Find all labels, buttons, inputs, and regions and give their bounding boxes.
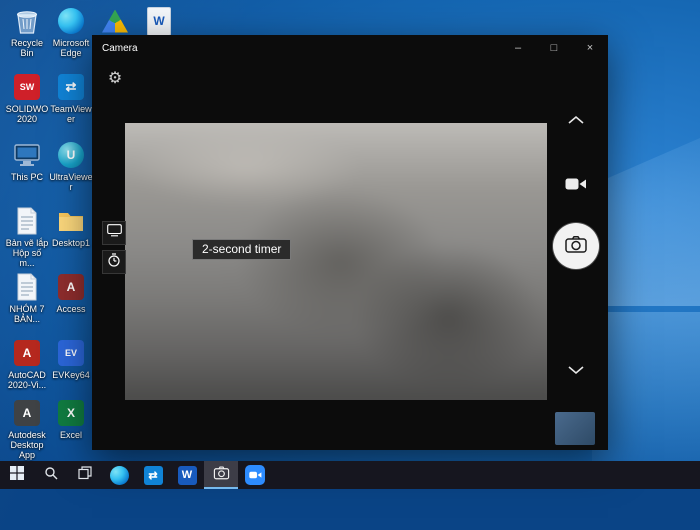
- camera-icon: [564, 234, 588, 259]
- desktop-icon-label: Bản vẽ lắp Hộp số m...: [5, 238, 49, 268]
- desktop-icon-label: TeamViewer: [49, 104, 93, 124]
- zoom-icon: [245, 465, 265, 485]
- desktop-icon-label: Access: [49, 304, 93, 314]
- start-button[interactable]: [0, 461, 34, 489]
- google-drive-icon: [100, 6, 130, 36]
- taskbar-teamviewer[interactable]: ⇄: [136, 461, 170, 489]
- teamviewer-icon: ⇄: [144, 466, 163, 485]
- windows-logo-icon: [10, 466, 24, 485]
- camera-window: Camera – □ × ⚙ 2-second timer: [92, 35, 608, 450]
- desktop-icon-excel[interactable]: X Excel: [49, 398, 93, 440]
- video-mode-button[interactable]: [558, 173, 594, 199]
- edge-icon: [110, 466, 129, 485]
- chevron-up-icon: [567, 112, 585, 130]
- timer-tooltip: 2-second timer: [192, 239, 291, 260]
- evkey-icon: EV: [56, 338, 86, 368]
- desktop-icon-nhom-7-ban[interactable]: NHÓM 7 BẢN...: [5, 272, 49, 324]
- minimize-button[interactable]: –: [500, 35, 536, 61]
- search-button[interactable]: [34, 461, 68, 489]
- desktop-icon-word-document[interactable]: W: [137, 6, 181, 38]
- desktop-icon-evkey64[interactable]: EV EVKey64: [49, 338, 93, 380]
- desktop-icon-label: NHÓM 7 BẢN...: [5, 304, 49, 324]
- autodesk-icon: A: [12, 398, 42, 428]
- scroll-up-button[interactable]: [564, 113, 588, 129]
- desktop-icon-label: This PC: [5, 172, 49, 182]
- scroll-down-button[interactable]: [564, 363, 588, 379]
- timer-icon: [107, 253, 121, 272]
- desktop-icon-label: SOLIDWO 2020: [5, 104, 49, 124]
- taskbar: ⇄ W: [0, 461, 700, 489]
- desktop-icon-ban-ve-lap[interactable]: Bản vẽ lắp Hộp số m...: [5, 206, 49, 268]
- taskbar-word[interactable]: W: [170, 461, 204, 489]
- desktop-icon-solidworks[interactable]: SW SOLIDWO 2020: [5, 72, 49, 124]
- taskbar-edge[interactable]: [102, 461, 136, 489]
- task-view-button[interactable]: [68, 461, 102, 489]
- camera-viewfinder: [125, 123, 547, 400]
- desktop-icon-recycle-bin[interactable]: Recycle Bin: [5, 6, 49, 58]
- word-icon: W: [178, 466, 197, 485]
- solidworks-icon: SW: [12, 72, 42, 102]
- desktop-icon-teamviewer[interactable]: ⇄ TeamViewer: [49, 72, 93, 124]
- search-icon: [44, 466, 58, 485]
- maximize-button[interactable]: □: [536, 35, 572, 61]
- recycle-bin-icon: [12, 6, 42, 36]
- desktop-icon-label: EVKey64: [49, 370, 93, 380]
- gear-icon: ⚙: [108, 68, 122, 88]
- hdr-icon: [107, 224, 122, 242]
- wallpaper-logo-beam-top: [592, 138, 700, 306]
- chevron-down-icon: [567, 362, 585, 380]
- desktop-icon-autodesk-desktop-app[interactable]: A Autodesk Desktop App: [5, 398, 49, 460]
- task-view-icon: [78, 466, 92, 485]
- camera-icon: [213, 465, 230, 485]
- viewfinder-image: [125, 123, 547, 400]
- window-controls: – □ ×: [500, 35, 608, 61]
- access-icon: A: [56, 272, 86, 302]
- desktop-icon-this-pc[interactable]: This PC: [5, 140, 49, 182]
- edge-icon: [56, 6, 86, 36]
- desktop-icon-autocad[interactable]: A AutoCAD 2020-Vi...: [5, 338, 49, 390]
- ultraviewer-icon: U: [56, 140, 86, 170]
- excel-icon: X: [56, 398, 86, 428]
- wallpaper-logo-beam-bottom: [592, 312, 700, 461]
- desktop-icon-label: Excel: [49, 430, 93, 440]
- autocad-icon: A: [12, 338, 42, 368]
- timer-button[interactable]: [102, 250, 126, 274]
- this-pc-icon: [12, 140, 42, 170]
- document-icon: [12, 272, 42, 302]
- desktop-icon-label: AutoCAD 2020-Vi...: [5, 370, 49, 390]
- desktop-icon-google-drive[interactable]: [93, 6, 137, 38]
- desktop-icon-label: Desktop1: [49, 238, 93, 248]
- desktop-icon-microsoft-edge[interactable]: Microsoft Edge: [49, 6, 93, 58]
- taskbar-camera[interactable]: [204, 461, 238, 489]
- desktop-icon-label: Autodesk Desktop App: [5, 430, 49, 460]
- window-title: Camera: [92, 43, 500, 54]
- word-document-icon: W: [144, 6, 174, 36]
- desktop-icon-desktop1-folder[interactable]: Desktop1: [49, 206, 93, 248]
- settings-button[interactable]: ⚙: [104, 67, 126, 89]
- desktop-icon-ultraviewer[interactable]: U UltraViewer: [49, 140, 93, 192]
- desktop-icon-label: UltraViewer: [49, 172, 93, 192]
- title-bar[interactable]: Camera – □ ×: [92, 35, 608, 61]
- desktop-icon-label: Recycle Bin: [5, 38, 49, 58]
- teamviewer-icon: ⇄: [56, 72, 86, 102]
- close-button[interactable]: ×: [572, 35, 608, 61]
- folder-icon: [56, 206, 86, 236]
- hdr-button[interactable]: [102, 221, 126, 245]
- take-photo-button[interactable]: [553, 223, 599, 269]
- taskbar-zoom[interactable]: [238, 461, 272, 489]
- desktop-icon-access[interactable]: A Access: [49, 272, 93, 314]
- document-icon: [12, 206, 42, 236]
- photo-thumbnail[interactable]: [555, 412, 595, 445]
- desktop-icon-label: Microsoft Edge: [49, 38, 93, 58]
- video-camera-icon: [565, 176, 587, 197]
